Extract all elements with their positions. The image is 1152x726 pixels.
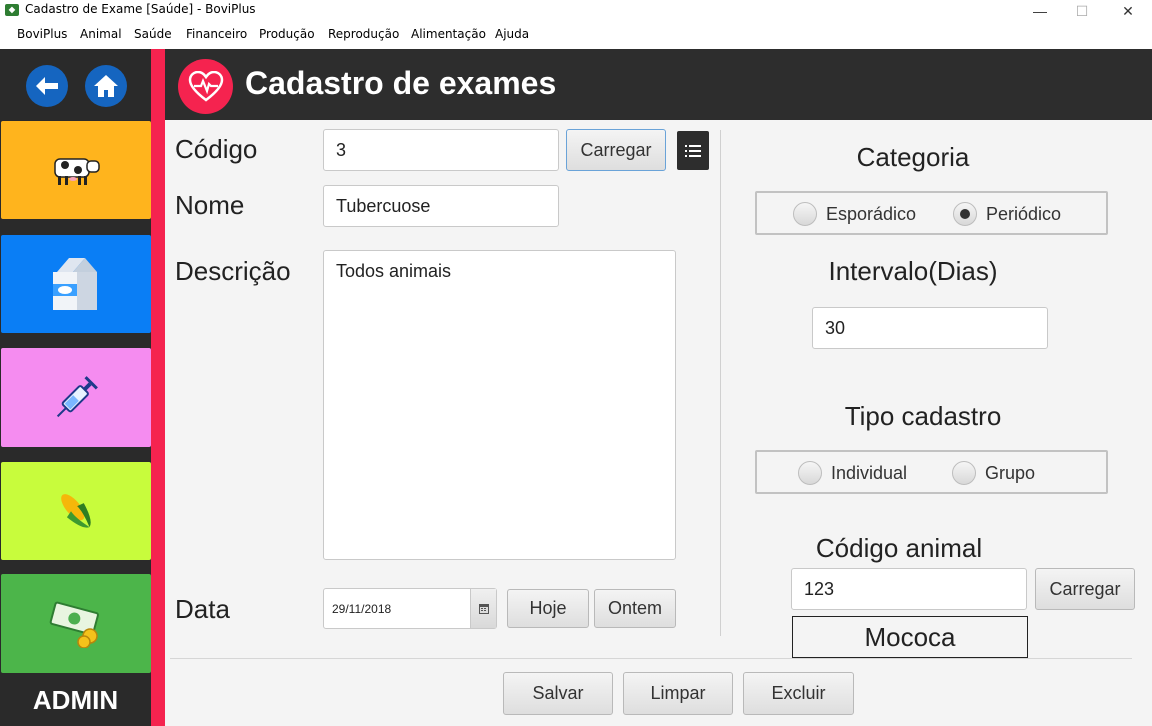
menu-saude[interactable]: Saúde <box>134 27 172 41</box>
tipo-cadastro-label: Tipo cadastro <box>844 401 1002 431</box>
horizontal-separator <box>170 658 1132 659</box>
limpar-button[interactable]: Limpar <box>623 672 733 715</box>
syringe-icon <box>56 375 98 417</box>
menu-bar: BoviPlus Animal Saúde Financeiro Produçã… <box>0 22 1152 46</box>
salvar-button[interactable]: Salvar <box>503 672 613 715</box>
ontem-button[interactable]: Ontem <box>594 589 676 628</box>
grupo-label: Grupo <box>985 462 1036 483</box>
individual-label: Individual <box>831 462 908 483</box>
individual-radio[interactable]: Individual <box>798 461 907 485</box>
sidebar: ADMIN <box>0 49 151 726</box>
categoria-label: Categoria <box>856 142 970 172</box>
excluir-button[interactable]: Excluir <box>743 672 854 715</box>
data-label: Data <box>175 594 230 624</box>
codigo-animal-input[interactable]: 123 <box>791 568 1027 610</box>
app-icon: ◆ <box>5 4 19 16</box>
esporadico-label: Esporádico <box>826 203 917 224</box>
date-picker[interactable]: 29/11/2018 <box>323 588 497 629</box>
carregar-button[interactable]: Carregar <box>566 129 666 171</box>
vertical-divider <box>720 130 721 636</box>
accent-strip <box>151 49 165 726</box>
radio-unchecked-icon <box>798 461 822 485</box>
sidebar-tile-health[interactable] <box>1 348 151 447</box>
codigo-animal-label: Código animal <box>815 533 983 563</box>
nome-label: Nome <box>175 190 245 220</box>
intervalo-input[interactable]: 30 <box>812 307 1048 349</box>
page-header: Cadastro de exames <box>165 49 1152 120</box>
periodico-radio[interactable]: Periódico <box>953 202 1061 226</box>
tipo-radio-group: Individual Grupo <box>755 450 1108 494</box>
milk-carton-icon <box>53 258 97 310</box>
intervalo-label: Intervalo(Dias) <box>828 256 998 286</box>
animal-name-display: Mococa <box>792 616 1028 658</box>
menu-animal[interactable]: Animal <box>80 27 122 41</box>
back-button[interactable] <box>26 65 68 107</box>
descricao-textarea[interactable]: Todos animais <box>323 250 676 560</box>
corn-icon <box>61 494 91 528</box>
list-button[interactable] <box>677 131 709 170</box>
home-icon <box>94 75 118 97</box>
radio-checked-icon <box>953 202 977 226</box>
radio-unchecked-icon <box>793 202 817 226</box>
menu-producao[interactable]: Produção <box>259 27 315 41</box>
radio-unchecked-icon <box>952 461 976 485</box>
nome-input[interactable]: Tubercuose <box>323 185 559 227</box>
esporadico-radio[interactable]: Esporádico <box>793 202 916 226</box>
window-title: Cadastro de Exame [Saúde] - BoviPlus <box>25 2 256 16</box>
menu-boviplus[interactable]: BoviPlus <box>17 27 67 41</box>
sidebar-tile-milk[interactable] <box>1 235 151 333</box>
title-bar: ◆ Cadastro de Exame [Saúde] - BoviPlus —… <box>0 0 1152 22</box>
categoria-radio-group: Esporádico Periódico <box>755 191 1108 235</box>
minimize-button[interactable]: — <box>1017 0 1063 22</box>
sidebar-tile-feed[interactable] <box>1 462 151 560</box>
page-title: Cadastro de exames <box>245 65 557 101</box>
menu-ajuda[interactable]: Ajuda <box>495 27 529 41</box>
menu-alimentacao[interactable]: Alimentação <box>411 27 486 41</box>
descricao-label: Descrição <box>175 256 291 286</box>
cow-icon <box>54 158 100 185</box>
arrow-left-icon <box>36 77 58 95</box>
money-icon <box>49 601 99 648</box>
codigo-label: Código <box>175 134 258 164</box>
grupo-radio[interactable]: Grupo <box>952 461 1035 485</box>
content-area: Código 3 Carregar Nome Tubercuose Descri… <box>165 120 1152 726</box>
sidebar-tile-cattle[interactable] <box>1 121 151 219</box>
menu-reproducao[interactable]: Reprodução <box>328 27 399 41</box>
date-value: 29/11/2018 <box>332 601 392 616</box>
periodico-label: Periódico <box>986 203 1062 224</box>
home-button[interactable] <box>85 65 127 107</box>
codigo-input[interactable]: 3 <box>323 129 559 171</box>
sidebar-tile-finance[interactable] <box>1 574 151 673</box>
carregar-animal-button[interactable]: Carregar <box>1035 568 1135 610</box>
menu-financeiro[interactable]: Financeiro <box>186 27 247 41</box>
admin-label[interactable]: ADMIN <box>0 674 151 726</box>
close-button[interactable]: ✕ <box>1105 0 1151 22</box>
maximize-button[interactable]: ☐ <box>1059 0 1105 22</box>
calendar-icon[interactable] <box>470 589 496 628</box>
heart-icon <box>178 59 233 114</box>
hoje-button[interactable]: Hoje <box>507 589 589 628</box>
list-icon <box>685 144 701 157</box>
